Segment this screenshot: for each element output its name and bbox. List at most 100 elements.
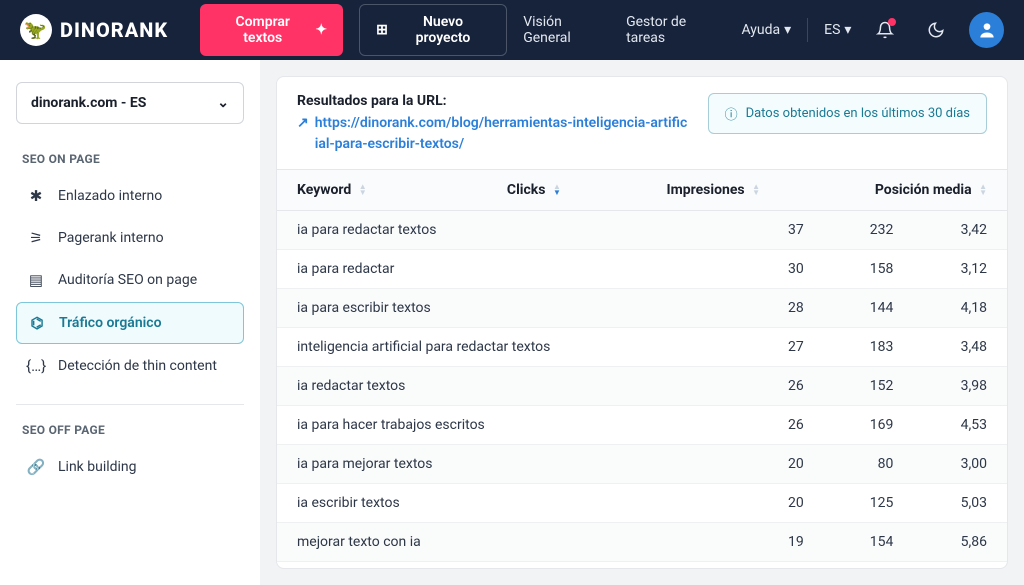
table-row[interactable]: inteligencia artificial para redactar te…	[277, 562, 1007, 569]
cell-position: 3,12	[913, 250, 1007, 289]
col-label: Clicks	[507, 182, 546, 198]
table-row[interactable]: ia para escribir textos281444,18	[277, 289, 1007, 328]
logo[interactable]: 🦖 DINORANK	[20, 14, 168, 46]
card-header: Resultados para la URL: ↗ https://dinora…	[277, 77, 1007, 170]
nav-help[interactable]: Ayuda ▾	[741, 22, 791, 38]
external-link-icon: ↗	[297, 113, 309, 134]
divider	[16, 404, 244, 405]
bug-icon: ⌬	[27, 314, 47, 332]
project-select[interactable]: dinorank.com - ES ⌄	[16, 82, 244, 124]
notification-dot	[888, 18, 896, 26]
col-position[interactable]: Posición media ▲▼	[780, 170, 1007, 211]
cell-impressions: 183	[824, 328, 914, 367]
cell-clicks: 26	[745, 367, 824, 406]
cell-clicks: 20	[745, 484, 824, 523]
keywords-table: Keyword ▲▼ Clicks ▲▼ Impresiones ▲▼ Po	[277, 170, 1007, 211]
sidebar-item-trafico[interactable]: ⌬ Tráfico orgánico	[16, 302, 244, 344]
sort-icon: ▲▼	[359, 184, 367, 196]
cell-keyword: ia redactar textos	[277, 367, 745, 406]
cell-impressions: 154	[824, 523, 914, 562]
buy-texts-label: Comprar textos	[216, 14, 309, 46]
sort-icon: ▲▼	[553, 184, 561, 196]
result-header: Resultados para la URL: ↗ https://dinora…	[297, 93, 688, 155]
table-row[interactable]: mejorar texto con ia191545,86	[277, 523, 1007, 562]
sidebar-item-enlazado[interactable]: ✱ Enlazado interno	[16, 176, 244, 216]
sort-icon: ▲▼	[979, 184, 987, 196]
table-row[interactable]: inteligencia artificial para redactar te…	[277, 328, 1007, 367]
table-row[interactable]: ia redactar textos261523,98	[277, 367, 1007, 406]
new-project-button[interactable]: ⊞ Nuevo proyecto	[359, 4, 507, 56]
section-off-page: SEO OFF PAGE	[22, 423, 244, 437]
braces-icon: {…}	[26, 357, 46, 375]
sidebar-item-pagerank[interactable]: ⚞ Pagerank interno	[16, 218, 244, 258]
sidebar: dinorank.com - ES ⌄ SEO ON PAGE ✱ Enlaza…	[0, 60, 260, 585]
lang-select[interactable]: ES ▾	[824, 22, 851, 38]
theme-toggle[interactable]	[918, 12, 953, 48]
cell-position: 3,00	[913, 445, 1007, 484]
cell-impressions: 80	[824, 445, 914, 484]
sort-icon: ▲▼	[752, 184, 760, 196]
table-row[interactable]: ia para redactar301583,12	[277, 250, 1007, 289]
table-row[interactable]: ia para hacer trabajos escritos261694,53	[277, 406, 1007, 445]
cell-keyword: mejorar texto con ia	[277, 523, 745, 562]
cell-keyword: inteligencia artificial para redactar te…	[277, 562, 745, 569]
cell-position: 3,98	[913, 367, 1007, 406]
cell-keyword: ia para mejorar textos	[277, 445, 745, 484]
sidebar-item-auditoria[interactable]: ▤ Auditoría SEO on page	[16, 260, 244, 300]
table-row[interactable]: ia para mejorar textos20803,00	[277, 445, 1007, 484]
cell-keyword: ia para escribir textos	[277, 289, 745, 328]
cell-clicks: 28	[745, 289, 824, 328]
cell-position: 5,03	[913, 484, 1007, 523]
plus-icon: ⊞	[376, 22, 388, 38]
cell-keyword: inteligencia artificial para redactar te…	[277, 328, 745, 367]
col-impressions[interactable]: Impresiones ▲▼	[581, 170, 780, 211]
dino-icon: 🦖	[20, 14, 52, 46]
cell-clicks: 37	[745, 211, 824, 250]
cell-clicks: 30	[745, 250, 824, 289]
cell-impressions: 169	[824, 406, 914, 445]
nav-tasks[interactable]: Gestor de tareas	[626, 14, 725, 46]
info-icon: ⓘ	[725, 104, 738, 123]
sitemap-icon: ⚞	[26, 229, 46, 247]
chevron-down-icon: ⌄	[217, 95, 229, 111]
cell-impressions: 237	[824, 562, 914, 569]
cell-position: 3,42	[913, 211, 1007, 250]
col-clicks[interactable]: Clicks ▲▼	[441, 170, 581, 211]
col-label: Impresiones	[667, 182, 745, 198]
sidebar-item-label: Auditoría SEO on page	[58, 272, 197, 288]
section-on-page: SEO ON PAGE	[22, 152, 244, 166]
sidebar-item-thin[interactable]: {…} Detección de thin content	[16, 346, 244, 386]
info-text: Datos obtenidos en los últimos 30 días	[746, 106, 970, 121]
cell-position: 9,86	[913, 562, 1007, 569]
cell-keyword: ia para redactar	[277, 250, 745, 289]
sidebar-item-label: Link building	[58, 459, 137, 475]
col-keyword[interactable]: Keyword ▲▼	[277, 170, 441, 211]
cell-position: 4,53	[913, 406, 1007, 445]
sidebar-item-label: Detección de thin content	[58, 358, 217, 374]
results-card: Resultados para la URL: ↗ https://dinora…	[276, 76, 1008, 569]
col-label: Posición media	[875, 182, 972, 198]
user-avatar[interactable]	[969, 12, 1004, 48]
cell-position: 5,86	[913, 523, 1007, 562]
table-row[interactable]: ia para redactar textos372323,42	[277, 211, 1007, 250]
sidebar-item-label: Pagerank interno	[58, 230, 164, 246]
chevron-down-icon: ▾	[844, 22, 851, 38]
cell-position: 4,18	[913, 289, 1007, 328]
table-row[interactable]: ia escribir textos201255,03	[277, 484, 1007, 523]
notifications-button[interactable]	[867, 12, 902, 48]
document-icon: ▤	[26, 271, 46, 289]
cell-impressions: 125	[824, 484, 914, 523]
cell-keyword: ia para redactar textos	[277, 211, 745, 250]
sidebar-item-label: Tráfico orgánico	[59, 315, 162, 331]
nav-overview[interactable]: Visión General	[523, 14, 610, 46]
result-label: Resultados para la URL:	[297, 93, 688, 109]
buy-texts-button[interactable]: Comprar textos ✦	[200, 4, 343, 56]
cell-clicks: 20	[745, 445, 824, 484]
main: Resultados para la URL: ↗ https://dinora…	[260, 60, 1024, 585]
col-label: Keyword	[297, 182, 351, 198]
cell-position: 3,48	[913, 328, 1007, 367]
result-url-link[interactable]: ↗ https://dinorank.com/blog/herramientas…	[297, 113, 688, 155]
cell-keyword: ia escribir textos	[277, 484, 745, 523]
project-label: dinorank.com - ES	[31, 95, 146, 111]
sidebar-item-linkbuilding[interactable]: 🔗 Link building	[16, 447, 244, 487]
